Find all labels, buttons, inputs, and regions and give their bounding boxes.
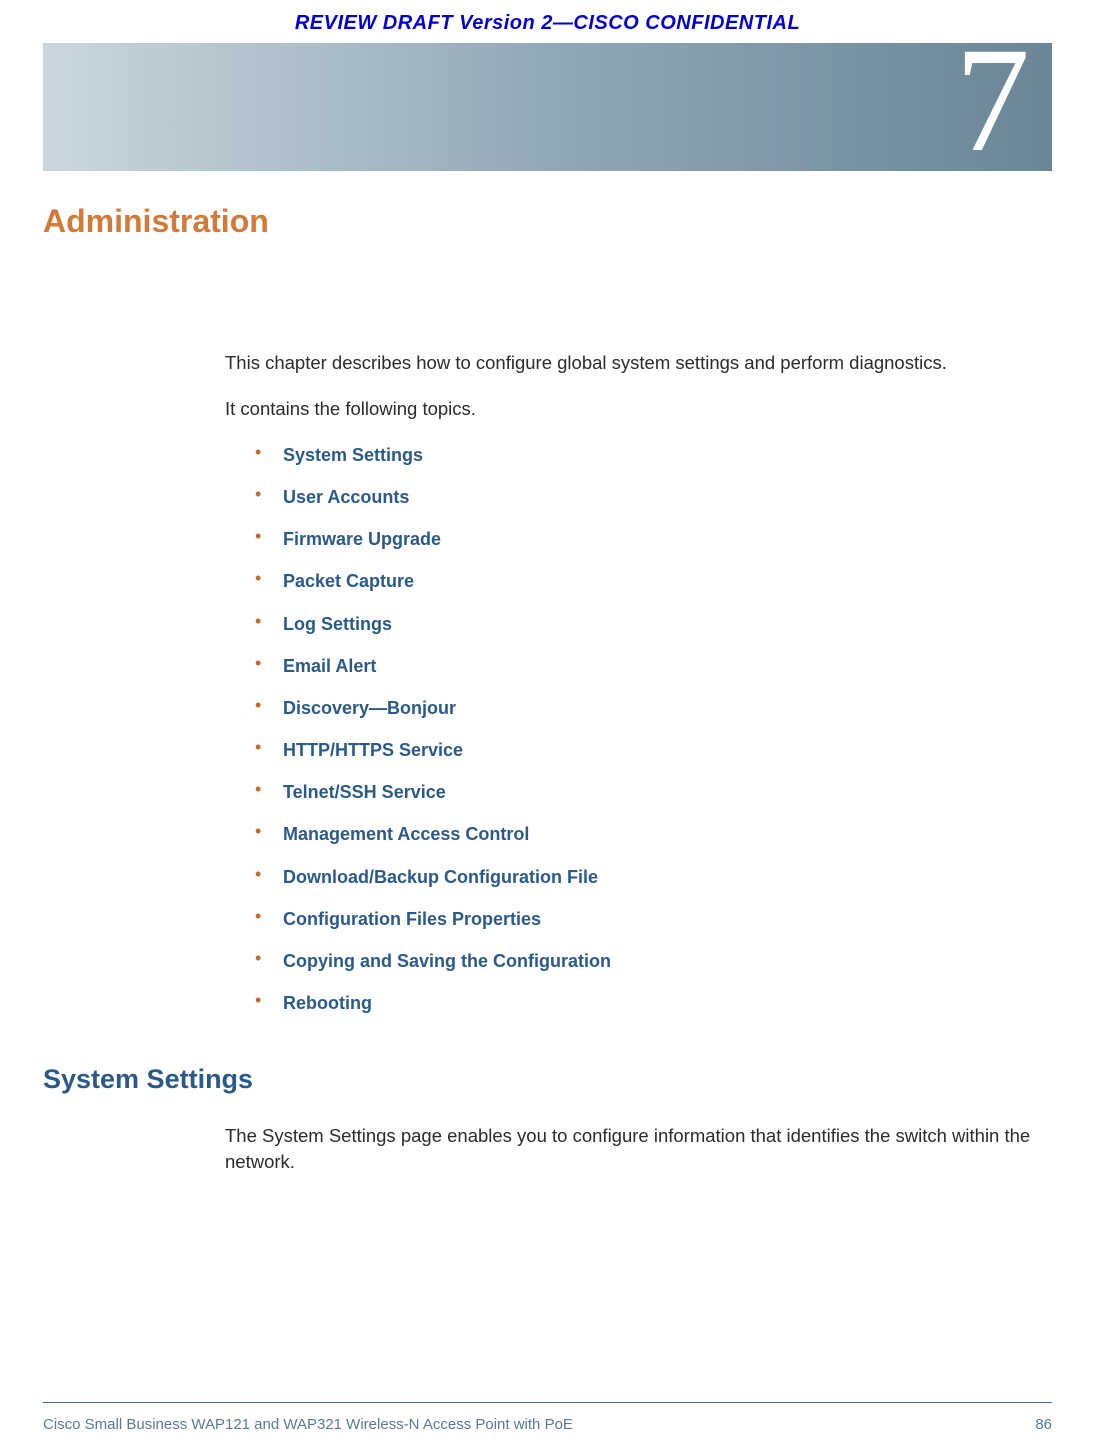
list-item: Configuration Files Properties	[255, 906, 1040, 932]
intro-paragraph-1: This chapter describes how to configure …	[225, 350, 1040, 376]
intro-paragraph-2: It contains the following topics.	[225, 396, 1040, 422]
topic-link-management-access-control[interactable]: Management Access Control	[283, 824, 529, 844]
list-item: Log Settings	[255, 611, 1040, 637]
list-item: Management Access Control	[255, 821, 1040, 847]
topic-link-discovery-bonjour[interactable]: Discovery—Bonjour	[283, 698, 456, 718]
topic-list: System Settings User Accounts Firmware U…	[255, 442, 1040, 1017]
list-item: Copying and Saving the Configuration	[255, 948, 1040, 974]
list-item: HTTP/HTTPS Service	[255, 737, 1040, 763]
list-item: Firmware Upgrade	[255, 526, 1040, 552]
topic-link-user-accounts[interactable]: User Accounts	[283, 487, 409, 507]
list-item: Packet Capture	[255, 568, 1040, 594]
topic-link-packet-capture[interactable]: Packet Capture	[283, 571, 414, 591]
list-item: User Accounts	[255, 484, 1040, 510]
intro-content: This chapter describes how to configure …	[225, 350, 1040, 1016]
topic-link-http-https-service[interactable]: HTTP/HTTPS Service	[283, 740, 463, 760]
footer-product: Cisco Small Business WAP121 and WAP321 W…	[43, 1416, 573, 1433]
topic-link-rebooting[interactable]: Rebooting	[283, 993, 372, 1013]
section-paragraph: The System Settings page enables you to …	[225, 1123, 1040, 1175]
page-footer: Cisco Small Business WAP121 and WAP321 W…	[43, 1416, 1052, 1433]
topic-link-system-settings[interactable]: System Settings	[283, 445, 423, 465]
topic-link-log-settings[interactable]: Log Settings	[283, 614, 392, 634]
topic-link-firmware-upgrade[interactable]: Firmware Upgrade	[283, 529, 441, 549]
list-item: Email Alert	[255, 653, 1040, 679]
draft-notice: REVIEW DRAFT Version 2—CISCO CONFIDENTIA…	[0, 0, 1095, 35]
footer-page-number: 86	[1035, 1416, 1052, 1433]
topic-link-copying-saving-config[interactable]: Copying and Saving the Configuration	[283, 951, 611, 971]
list-item: Telnet/SSH Service	[255, 779, 1040, 805]
chapter-title: Administration	[43, 203, 1095, 240]
chapter-number: 7	[955, 25, 1030, 175]
list-item: Rebooting	[255, 990, 1040, 1016]
section-heading-system-settings: System Settings	[43, 1064, 1095, 1095]
topic-link-download-backup-config[interactable]: Download/Backup Configuration File	[283, 867, 598, 887]
topic-link-config-files-properties[interactable]: Configuration Files Properties	[283, 909, 541, 929]
footer-rule	[43, 1402, 1052, 1403]
topic-link-email-alert[interactable]: Email Alert	[283, 656, 376, 676]
section-body: The System Settings page enables you to …	[225, 1123, 1040, 1175]
list-item: Discovery—Bonjour	[255, 695, 1040, 721]
chapter-banner: 7	[43, 43, 1052, 171]
topic-link-telnet-ssh-service[interactable]: Telnet/SSH Service	[283, 782, 446, 802]
list-item: System Settings	[255, 442, 1040, 468]
list-item: Download/Backup Configuration File	[255, 864, 1040, 890]
